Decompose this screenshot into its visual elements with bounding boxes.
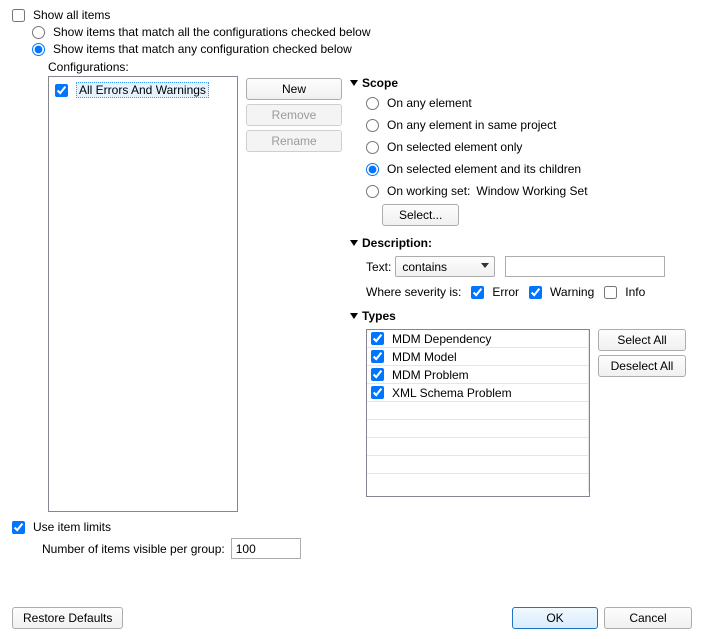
table-row: [367, 474, 589, 492]
scope-any-label: On any element: [387, 96, 472, 110]
scope-project-radio[interactable]: [366, 119, 379, 132]
types-header[interactable]: Types: [350, 309, 692, 323]
table-row[interactable]: XML Schema Problem: [367, 384, 589, 402]
show-all-label: Show all items: [33, 8, 110, 22]
scope-project-label: On any element in same project: [387, 118, 556, 132]
per-group-label: Number of items visible per group:: [42, 542, 225, 556]
use-limits-checkbox[interactable]: [12, 521, 25, 534]
severity-warning-checkbox[interactable]: [529, 286, 542, 299]
scope-workingset-radio[interactable]: [366, 185, 379, 198]
match-all-radio[interactable]: [32, 26, 45, 39]
scope-selected-radio[interactable]: [366, 141, 379, 154]
restore-defaults-button[interactable]: Restore Defaults: [12, 607, 123, 629]
ok-button[interactable]: OK: [512, 607, 598, 629]
type-checkbox[interactable]: [371, 386, 384, 399]
type-label: MDM Problem: [392, 368, 469, 382]
rename-button: Rename: [246, 130, 342, 152]
table-row: [367, 456, 589, 474]
scope-children-label: On selected element and its children: [387, 162, 581, 176]
match-all-label: Show items that match all the configurat…: [53, 25, 371, 39]
scope-workingset-value: Window Working Set: [476, 184, 587, 198]
match-any-label: Show items that match any configuration …: [53, 42, 352, 56]
scope-any-radio[interactable]: [366, 97, 379, 110]
match-any-radio[interactable]: [32, 43, 45, 56]
scope-children-radio[interactable]: [366, 163, 379, 176]
config-item-checkbox[interactable]: [55, 84, 68, 97]
chevron-down-icon: [350, 240, 358, 246]
description-header[interactable]: Description:: [350, 236, 692, 250]
scope-header[interactable]: Scope: [350, 76, 692, 90]
deselect-all-button[interactable]: Deselect All: [598, 355, 686, 377]
severity-error-label: Error: [492, 285, 519, 299]
type-checkbox[interactable]: [371, 332, 384, 345]
severity-warning-label: Warning: [550, 285, 594, 299]
list-item[interactable]: All Errors And Warnings: [53, 81, 233, 99]
scope-title: Scope: [362, 76, 398, 90]
show-all-checkbox[interactable]: [12, 9, 25, 22]
type-label: MDM Model: [392, 350, 457, 364]
chevron-down-icon: [350, 313, 358, 319]
cancel-button[interactable]: Cancel: [604, 607, 692, 629]
severity-error-checkbox[interactable]: [471, 286, 484, 299]
types-title: Types: [362, 309, 396, 323]
type-checkbox[interactable]: [371, 350, 384, 363]
select-workingset-button[interactable]: Select...: [382, 204, 459, 226]
select-all-button[interactable]: Select All: [598, 329, 686, 351]
scope-selected-label: On selected element only: [387, 140, 522, 154]
per-group-input[interactable]: [231, 538, 301, 559]
table-row[interactable]: MDM Model: [367, 348, 589, 366]
text-mode-combo[interactable]: contains: [395, 256, 495, 277]
new-button[interactable]: New: [246, 78, 342, 100]
types-table[interactable]: MDM Dependency MDM Model MDM Problem XML…: [366, 329, 590, 497]
text-label: Text:: [366, 260, 391, 274]
table-row: [367, 438, 589, 456]
configurations-listbox[interactable]: All Errors And Warnings: [48, 76, 238, 512]
severity-label: Where severity is:: [366, 285, 461, 299]
type-label: XML Schema Problem: [392, 386, 512, 400]
chevron-down-icon: [350, 80, 358, 86]
table-row[interactable]: MDM Problem: [367, 366, 589, 384]
type-checkbox[interactable]: [371, 368, 384, 381]
text-filter-input[interactable]: [505, 256, 665, 277]
scope-workingset-label: On working set:: [387, 184, 470, 198]
severity-info-checkbox[interactable]: [604, 286, 617, 299]
use-limits-label: Use item limits: [33, 520, 111, 534]
type-label: MDM Dependency: [392, 332, 491, 346]
config-item-label: All Errors And Warnings: [76, 82, 209, 98]
text-mode-value: contains: [395, 256, 495, 277]
configurations-label: Configurations:: [48, 60, 692, 74]
table-row: [367, 420, 589, 438]
remove-button: Remove: [246, 104, 342, 126]
table-row[interactable]: MDM Dependency: [367, 330, 589, 348]
description-title: Description:: [362, 236, 432, 250]
severity-info-label: Info: [625, 285, 645, 299]
table-row: [367, 402, 589, 420]
